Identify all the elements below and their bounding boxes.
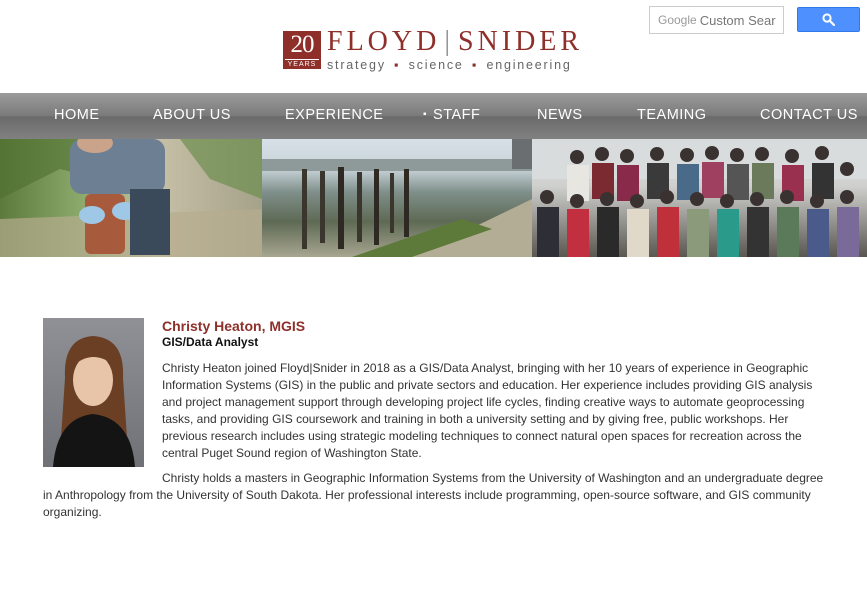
tagline-engineering: engineering [486,58,572,72]
badge-label: YEARS [285,59,319,69]
staff-portrait-photo [43,318,144,467]
tagline-separator: ▪ [394,58,401,72]
staff-bio-paragraph-1: Christy Heaton joined Floyd|Snider in 20… [162,361,813,460]
company-name: FLOYD | SNIDER [327,28,583,56]
staff-bio-paragraph-2: Christy holds a masters in Geographic In… [43,471,824,519]
company-name-divider: | [444,26,454,57]
active-nav-bullet: ▪ [423,109,428,120]
nav-news[interactable]: NEWS [537,93,583,139]
banner-shoreline-photo [262,139,532,257]
nav-teaming[interactable]: TEAMING [637,93,707,139]
nav-experience[interactable]: EXPERIENCE [285,93,383,139]
header-banner-image [0,139,867,257]
staff-name: Christy Heaton, MGIS [162,318,306,334]
banner-staff-group-photo [532,139,867,257]
banner-field-sampling-photo [0,139,262,257]
nav-about-us[interactable]: ABOUT US [153,93,231,139]
field-worker-illustration [0,139,262,257]
nav-contact-us[interactable]: CONTACT US [760,93,858,139]
floyd-snider-logo[interactable]: 20 YEARS FLOYD | SNIDER strategy ▪ science… [283,28,593,74]
search-icon [822,13,835,26]
company-name-left: FLOYD [327,26,441,57]
site-header: 20 YEARS FLOYD | SNIDER strategy ▪ science… [0,0,867,93]
badge-number: 20 [290,31,315,58]
company-name-right: SNIDER [457,26,584,57]
company-tagline: strategy ▪ science ▪ engineering [327,58,572,72]
search-input[interactable]: Google Custom Sear [649,6,784,34]
shoreline-pilings-illustration [262,139,532,257]
nav-staff-label: STAFF [433,107,481,123]
tagline-strategy: strategy [327,58,386,72]
nav-staff[interactable]: ▪ STAFF [423,93,480,139]
main-nav: HOME ABOUT US EXPERIENCE ▪ STAFF NEWS TEA… [0,93,867,139]
search-placeholder: Custom Sear [699,12,776,28]
portrait-illustration [53,336,135,467]
google-brand-label: Google [658,13,697,27]
staff-group-illustration [532,139,867,257]
staff-title: GIS/Data Analyst [162,335,259,349]
nav-home[interactable]: HOME [54,93,100,139]
twenty-years-badge: 20 YEARS [283,31,321,69]
tagline-separator: ▪ [471,58,479,72]
tagline-science: science [408,58,464,72]
search-button[interactable] [797,7,860,32]
